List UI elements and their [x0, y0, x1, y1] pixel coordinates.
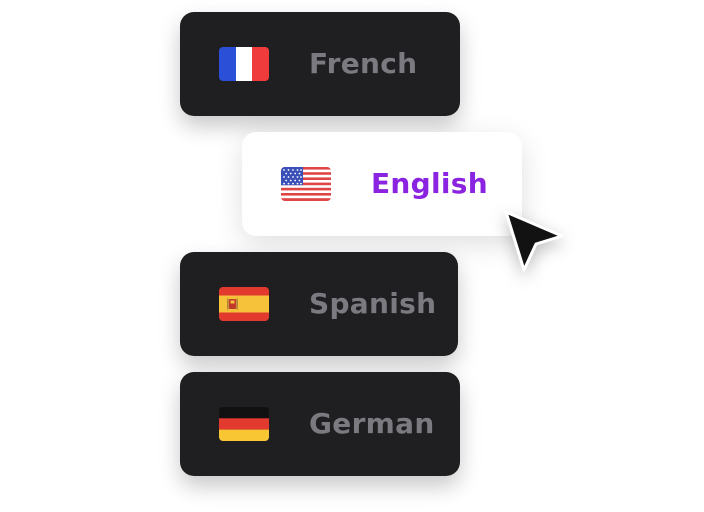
language-option-spanish[interactable]: Spanish [180, 252, 458, 356]
language-option-german[interactable]: German [180, 372, 460, 476]
language-option-english[interactable]: English [242, 132, 522, 236]
language-option-french[interactable]: French [180, 12, 460, 116]
language-label: French [309, 47, 418, 80]
language-label: German [309, 407, 435, 440]
mouse-cursor-icon [502, 208, 566, 274]
language-label: English [371, 167, 488, 200]
usa-flag-icon [281, 167, 331, 201]
spain-flag-icon [219, 287, 269, 321]
france-flag-icon [219, 47, 269, 81]
language-label: Spanish [309, 287, 437, 320]
germany-flag-icon [219, 407, 269, 441]
